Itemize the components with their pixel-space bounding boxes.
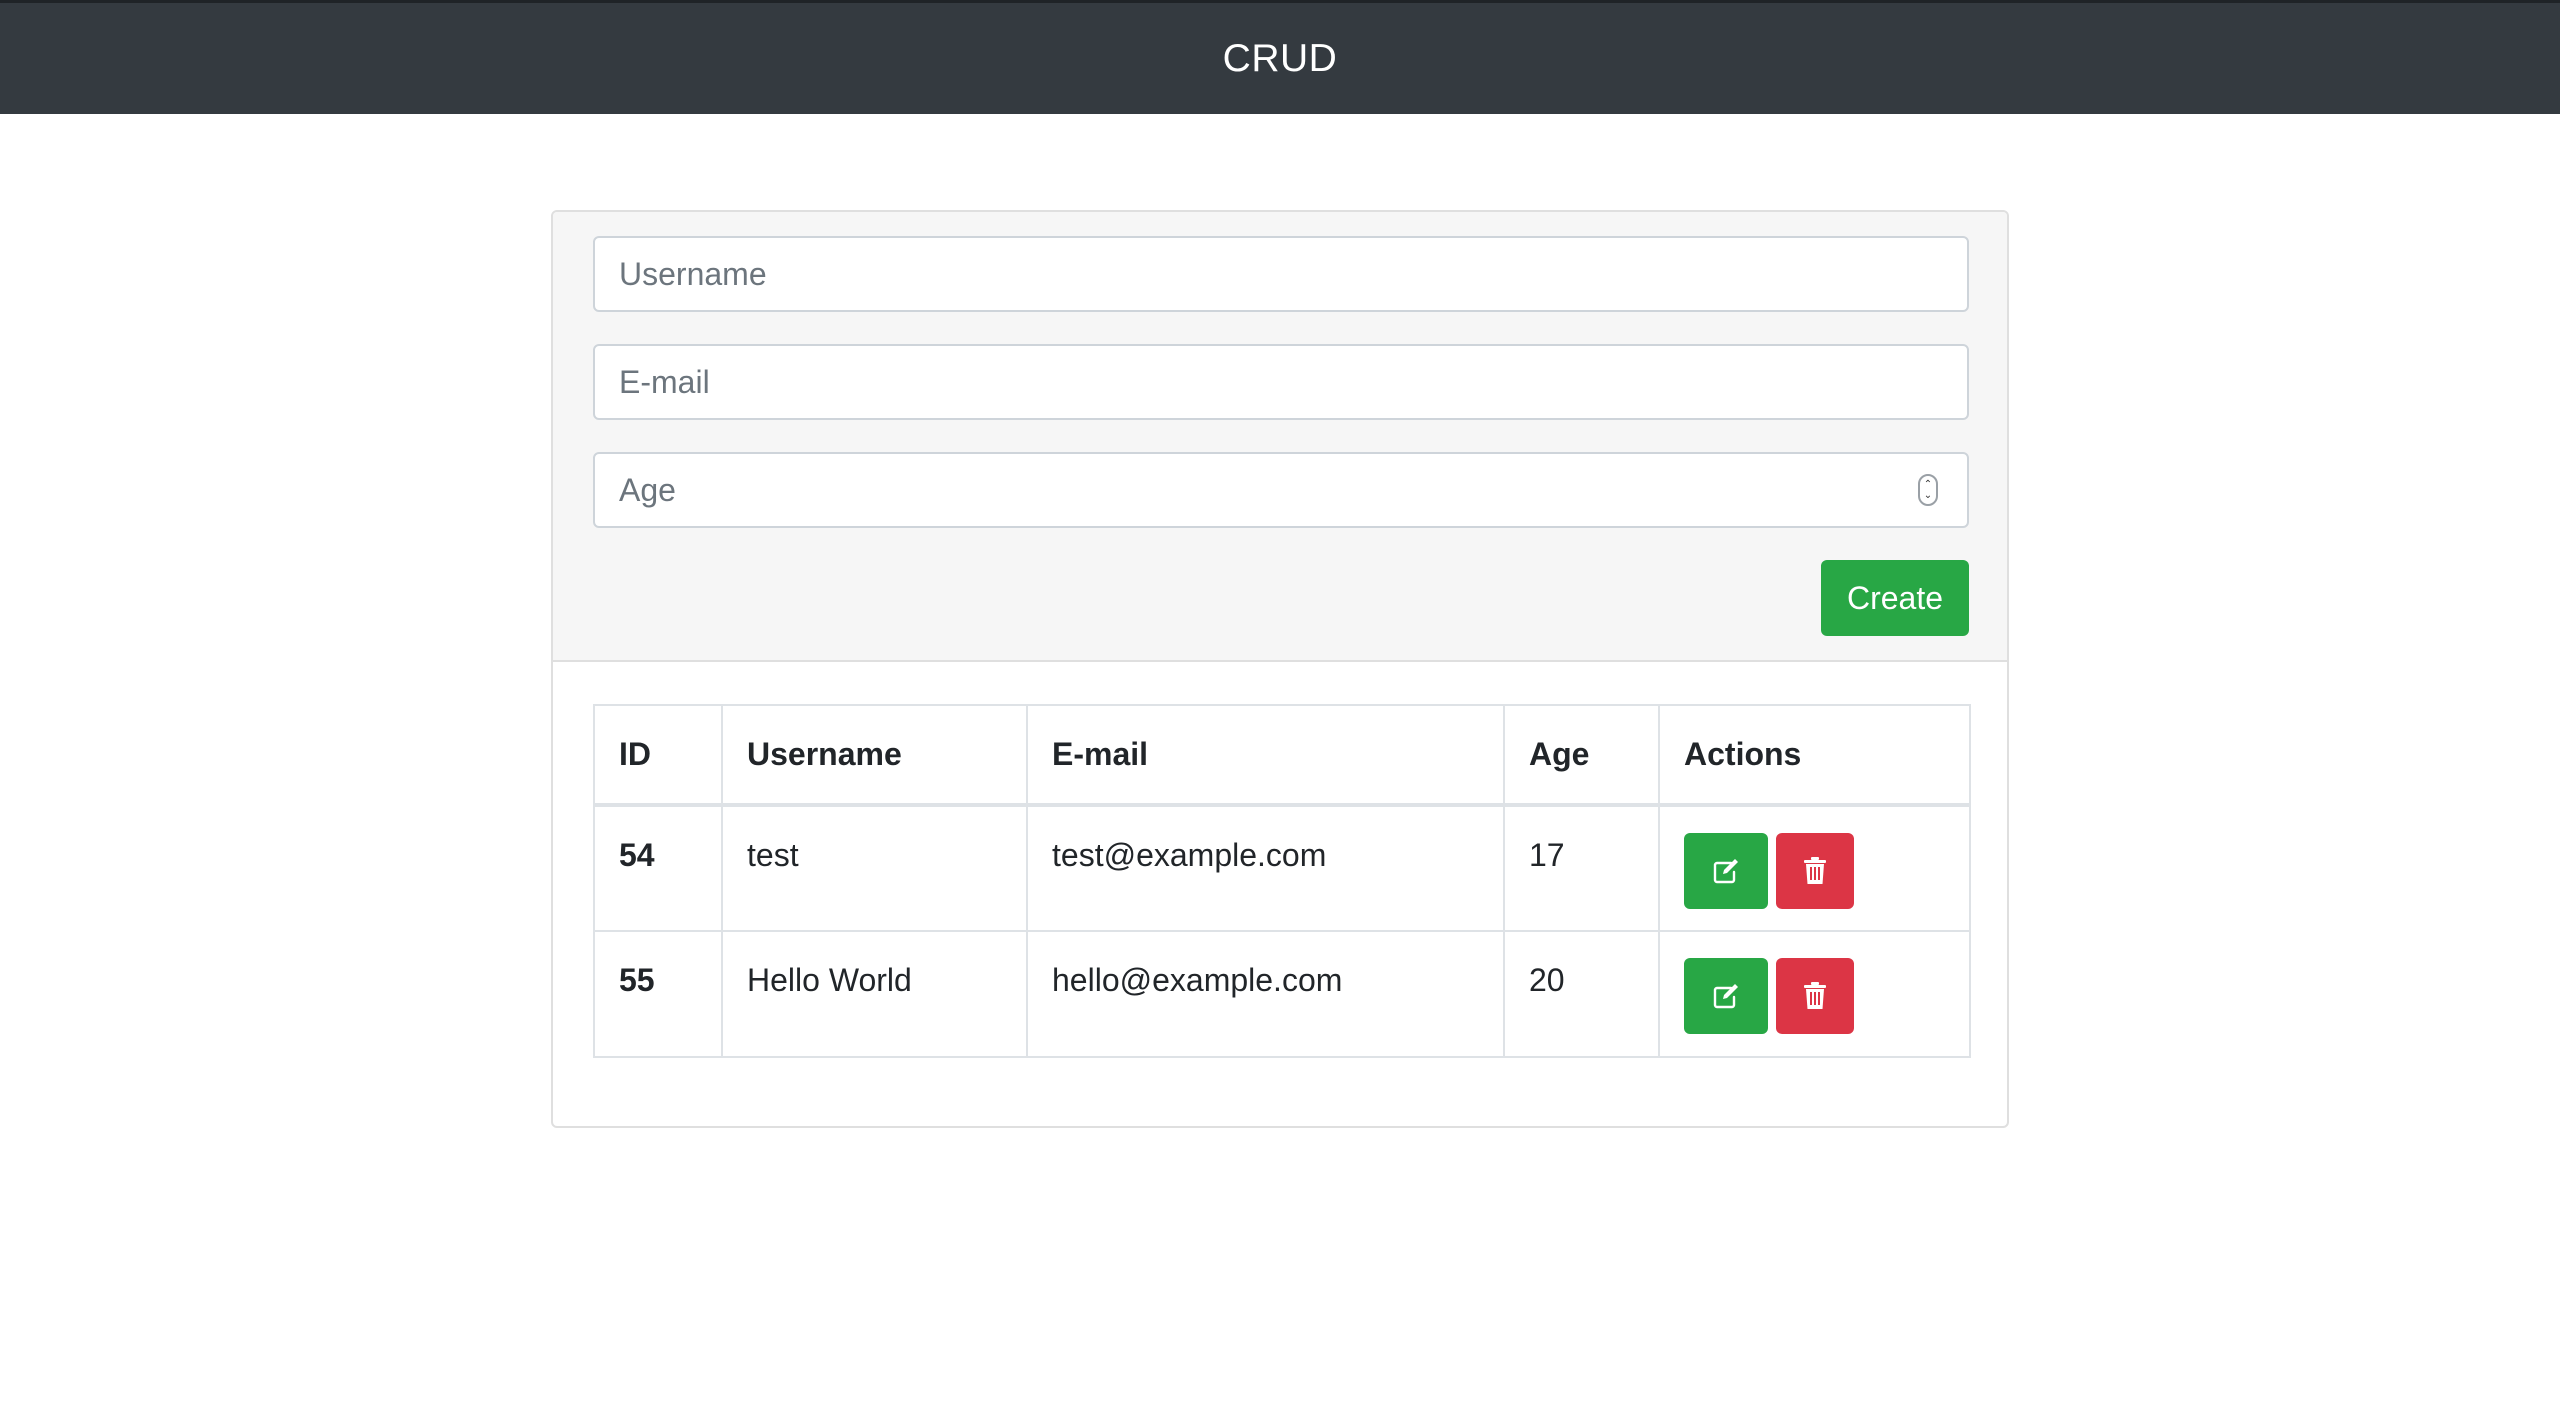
cell-username: test <box>721 804 1028 932</box>
table-row: 55 Hello World hello@example.com 20 <box>593 930 1971 1058</box>
cell-age: 17 <box>1503 804 1660 932</box>
username-input[interactable] <box>593 236 1969 312</box>
chevron-down-icon[interactable]: ⌄ <box>1924 490 1932 501</box>
cell-id: 54 <box>593 804 723 932</box>
edit-button[interactable] <box>1684 958 1768 1034</box>
cell-actions <box>1658 930 1971 1058</box>
table-row: 54 test test@example.com 17 <box>593 804 1971 932</box>
row-actions <box>1684 958 1945 1034</box>
create-button[interactable]: Create <box>1821 560 1969 636</box>
cell-actions <box>1658 804 1971 932</box>
column-header-actions: Actions <box>1658 704 1971 807</box>
trash-icon <box>1804 982 1826 1009</box>
column-header-email: E-mail <box>1026 704 1505 807</box>
crud-card: ⌃ ⌄ Create ID Username E-mail Age Action… <box>551 210 2009 1128</box>
age-stepper[interactable]: ⌃ ⌄ <box>1918 474 1938 506</box>
table-header-row: ID Username E-mail Age Actions <box>593 704 1971 807</box>
cell-age: 20 <box>1503 930 1660 1058</box>
create-form: ⌃ ⌄ Create <box>553 212 2007 662</box>
chevron-up-icon[interactable]: ⌃ <box>1924 479 1932 490</box>
email-input[interactable] <box>593 344 1969 420</box>
users-table: ID Username E-mail Age Actions 54 test t… <box>593 704 1971 1058</box>
age-input[interactable] <box>593 452 1969 528</box>
column-header-age: Age <box>1503 704 1660 807</box>
column-header-username: Username <box>721 704 1028 807</box>
column-header-id: ID <box>593 704 723 807</box>
delete-button[interactable] <box>1776 833 1854 909</box>
cell-email: hello@example.com <box>1026 930 1505 1058</box>
cell-email: test@example.com <box>1026 804 1505 932</box>
edit-button[interactable] <box>1684 833 1768 909</box>
edit-icon <box>1713 984 1738 1009</box>
top-navbar: CRUD <box>0 0 2560 114</box>
cell-username: Hello World <box>721 930 1028 1058</box>
app-title: CRUD <box>1222 36 1338 80</box>
cell-id: 55 <box>593 930 723 1058</box>
edit-icon <box>1713 859 1738 884</box>
users-table-container: ID Username E-mail Age Actions 54 test t… <box>593 704 1971 1058</box>
delete-button[interactable] <box>1776 958 1854 1034</box>
trash-icon <box>1804 857 1826 884</box>
row-actions <box>1684 833 1945 909</box>
